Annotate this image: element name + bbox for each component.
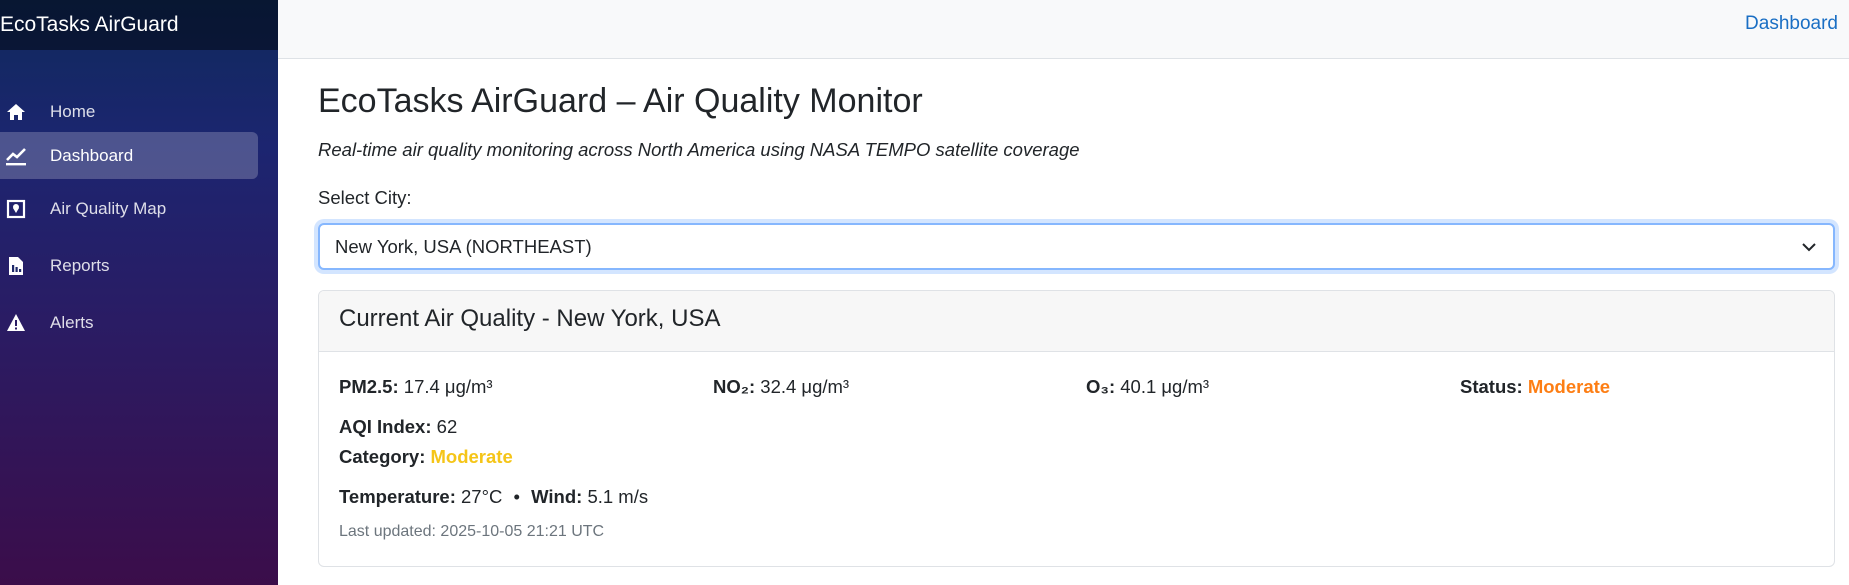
pm25-metric: PM2.5: 17.4 μg/m³ [339,376,493,398]
city-select-value: New York, USA (NORTHEAST) [335,235,592,257]
pm25-label: PM2.5: [339,376,399,397]
sidebar: EcoTasks AirGuard Home Dashboard Air Qua… [0,0,278,585]
sidebar-item-label: Dashboard [50,145,134,165]
city-select-label: Select City: [318,187,412,208]
pm25-value: 17.4 μg/m³ [403,376,493,397]
no2-value: 32.4 μg/m³ [760,376,850,397]
separator-dot: • [513,486,520,507]
chevron-down-icon [1799,237,1819,257]
wind-value: 5.1 m/s [587,486,649,507]
city-select[interactable]: New York, USA (NORTHEAST) [318,223,1835,270]
last-updated: Last updated: 2025-10-05 21:21 UTC [339,523,605,540]
weather-metric: Temperature: 27°C • Wind: 5.1 m/s [339,486,648,508]
air-quality-card: Current Air Quality - New York, USA PM2.… [318,290,1835,567]
no2-label: NO₂: [713,376,756,397]
temperature-value: 27°C [461,486,503,507]
warning-icon [4,311,28,335]
sidebar-item-alerts[interactable]: Alerts [0,299,258,346]
sidebar-item-air-quality-map[interactable]: Air Quality Map [0,185,258,232]
page-subtitle: Real-time air quality monitoring across … [318,139,1080,160]
wind-label: Wind: [531,486,583,507]
top-navbar: Dashboard [278,0,1849,59]
brand-title[interactable]: EcoTasks AirGuard [0,0,278,50]
o3-label: O₃: [1086,376,1116,397]
home-icon [4,100,28,124]
report-icon [4,254,28,278]
status-label: Status: [1460,376,1523,397]
card-title: Current Air Quality - New York, USA [319,291,1834,352]
o3-value: 40.1 μg/m³ [1120,376,1210,397]
status-metric: Status: Moderate [1460,376,1610,398]
sidebar-item-label: Air Quality Map [50,198,167,218]
sidebar-item-home[interactable]: Home [0,88,258,135]
chart-line-icon [4,144,28,168]
category-metric: Category: Moderate [339,446,513,468]
sidebar-item-reports[interactable]: Reports [0,242,258,289]
map-pin-icon [4,197,28,221]
aqi-value: 62 [436,416,458,437]
no2-metric: NO₂: 32.4 μg/m³ [713,376,849,398]
temperature-label: Temperature: [339,486,456,507]
aqi-label: AQI Index: [339,416,432,437]
sidebar-item-dashboard[interactable]: Dashboard [0,132,258,179]
status-badge: Moderate [1527,376,1611,397]
page-title: EcoTasks AirGuard – Air Quality Monitor [318,82,923,120]
top-dashboard-link[interactable]: Dashboard [1745,13,1838,35]
sidebar-item-label: Alerts [50,312,94,332]
category-label: Category: [339,446,426,467]
category-badge: Moderate [430,446,513,467]
sidebar-item-label: Home [50,101,96,121]
aqi-metric: AQI Index: 62 [339,416,457,438]
sidebar-item-label: Reports [50,255,110,275]
o3-metric: O₃: 40.1 μg/m³ [1086,376,1209,398]
